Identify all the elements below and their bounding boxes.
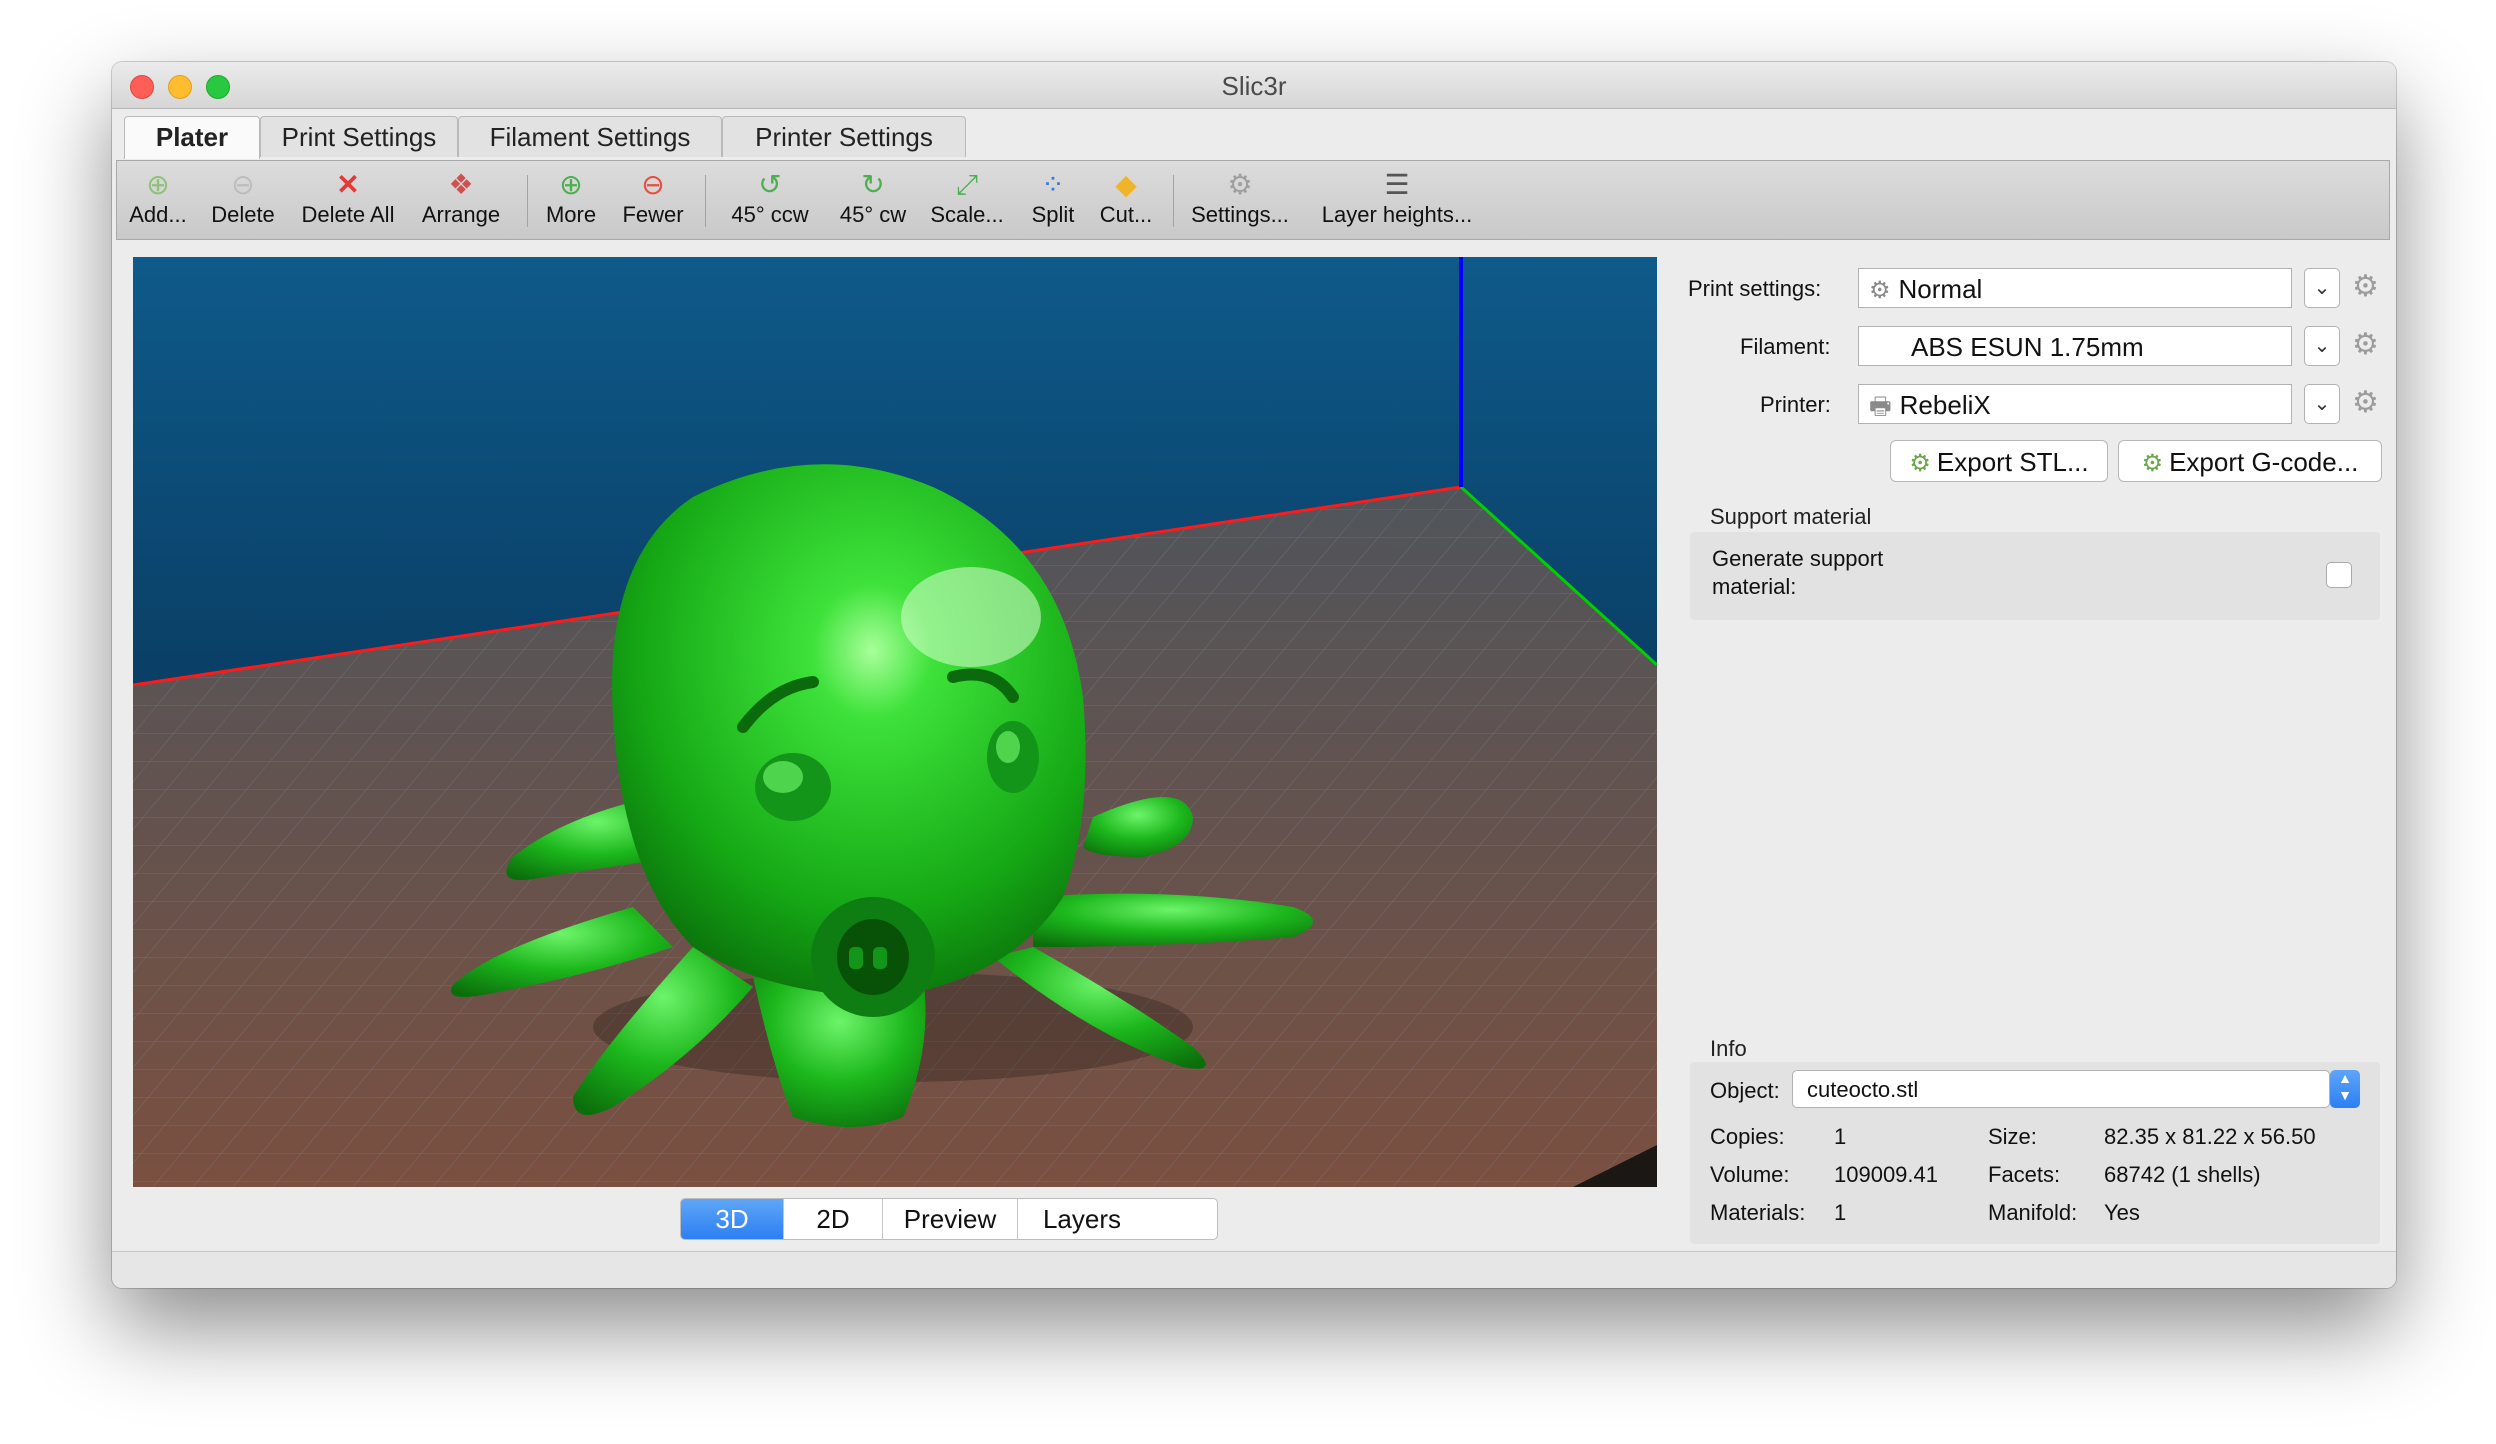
view-tab-2d[interactable]: 2D [784, 1199, 883, 1239]
materials-label: Materials: [1710, 1200, 1806, 1225]
copies-value: 1 [1834, 1124, 1847, 1149]
3d-viewport[interactable] [133, 257, 1657, 1187]
object-select-stepper[interactable]: ▲ ▼ [2330, 1070, 2360, 1108]
print-settings-combo[interactable]: ⚙ Normal [1858, 268, 2292, 308]
info-panel: Object: cuteocto.stl ▲ ▼ Copies: 1 Size: … [1690, 1062, 2380, 1244]
manifold-value: Yes [2104, 1200, 2140, 1225]
title-bar: Slic3r [112, 62, 2396, 109]
rotate-cw-button[interactable]: ↻ 45° cw [833, 169, 913, 235]
split-icon: ⁘ [1041, 169, 1065, 200]
rotate-cw-icon: ↻ [861, 169, 885, 200]
add-button[interactable]: ⊕ Add... [127, 169, 189, 235]
generate-support-checkbox[interactable] [2326, 562, 2352, 588]
tab-print-settings[interactable]: Print Settings [260, 116, 458, 157]
arrange-icon: ❖ [448, 169, 474, 200]
view-tab-layers[interactable]: Layers [1018, 1199, 1146, 1239]
scale-button[interactable]: ⤢ Scale... [927, 169, 1007, 235]
facets-value: 68742 (1 shells) [2104, 1162, 2261, 1187]
copies-label: Copies: [1710, 1124, 1785, 1149]
print-settings-label: Print settings: [1688, 276, 1822, 301]
export-gcode-button[interactable]: ⚙ Export G-code... [2118, 440, 2382, 482]
toolbar-separator [705, 175, 706, 227]
info-section-title: Info [1710, 1036, 1747, 1061]
3d-scene [133, 257, 1657, 1187]
layer-heights-button[interactable]: ☰ Layer heights... [1317, 169, 1477, 235]
export-stl-button[interactable]: ⚙ Export STL... [1890, 440, 2108, 482]
filament-gear-icon[interactable]: ⚙ [2352, 330, 2379, 360]
settings-button[interactable]: ⚙ Settings... [1187, 169, 1293, 235]
export-icon: ⚙ [1909, 450, 1931, 477]
tab-filament-settings[interactable]: Filament Settings [458, 116, 722, 157]
filament-label: Filament: [1740, 334, 1831, 359]
manifold-label: Manifold: [1988, 1200, 2078, 1225]
printer-dropdown[interactable]: ⌄ [2304, 384, 2340, 424]
tab-printer-settings[interactable]: Printer Settings [722, 116, 966, 157]
materials-value: 1 [1834, 1200, 1847, 1225]
plus-icon: ⊕ [559, 169, 583, 200]
split-button[interactable]: ⁘ Split [1025, 169, 1081, 235]
scale-icon: ⤢ [955, 169, 979, 200]
view-tab-3d[interactable]: 3D [681, 1199, 784, 1239]
toolbar-separator [527, 175, 528, 227]
support-panel: Generate support material: [1690, 532, 2380, 620]
chevron-down-icon: ⌄ [2313, 277, 2331, 299]
delete-all-button[interactable]: ✕ Delete All [295, 169, 401, 235]
arrange-button[interactable]: ❖ Arrange [417, 169, 505, 235]
object-select[interactable]: cuteocto.stl [1792, 1070, 2330, 1108]
gear-icon: ⚙ [1869, 277, 1891, 304]
delete-button[interactable]: ⊖ Delete [207, 169, 279, 235]
view-mode-tabs: 3D 2D Preview Layers [680, 1198, 1218, 1240]
status-bar [112, 1251, 2396, 1288]
facets-label: Facets: [1988, 1162, 2061, 1187]
printer-combo[interactable]: 🖶 RebeliX [1858, 384, 2292, 424]
volume-label: Volume: [1710, 1162, 1790, 1187]
object-label: Object: [1710, 1078, 1780, 1103]
gear-icon: ⚙ [1227, 169, 1253, 200]
printer-icon: 🖶 [1869, 393, 1892, 420]
chevron-down-icon: ⌄ [2313, 393, 2331, 415]
printer-label: Printer: [1760, 392, 1831, 417]
plater-toolbar: ⊕ Add... ⊖ Delete ✕ Delete All ❖ Arrange… [116, 160, 2390, 240]
size-value: 82.35 x 81.22 x 56.50 [2104, 1124, 2316, 1149]
print-settings-dropdown[interactable]: ⌄ [2304, 268, 2340, 308]
size-label: Size: [1988, 1124, 2037, 1149]
delete-all-icon: ✕ [336, 169, 360, 200]
filament-dropdown[interactable]: ⌄ [2304, 326, 2340, 366]
cut-button[interactable]: ◆ Cut... [1095, 169, 1157, 235]
volume-value: 109009.41 [1834, 1162, 1938, 1187]
minus-icon: ⊖ [641, 169, 665, 200]
tab-plater[interactable]: Plater [124, 116, 260, 159]
chevron-down-icon: ⌄ [2313, 335, 2331, 357]
print-settings-gear-icon[interactable]: ⚙ [2352, 272, 2379, 302]
printer-gear-icon[interactable]: ⚙ [2352, 388, 2379, 418]
fewer-button[interactable]: ⊖ Fewer [619, 169, 687, 235]
generate-support-label-line2: material: [1712, 574, 1797, 599]
window-title: Slic3r [1221, 71, 1287, 101]
rotate-ccw-button[interactable]: ↺ 45° ccw [723, 169, 817, 235]
toolbar-separator [1173, 175, 1174, 227]
support-section-title: Support material [1710, 504, 1872, 529]
add-object-icon: ⊕ [146, 169, 170, 200]
more-button[interactable]: ⊕ More [541, 169, 601, 235]
delete-object-icon: ⊖ [231, 169, 255, 200]
view-tab-preview[interactable]: Preview [883, 1199, 1018, 1239]
cut-icon: ◆ [1115, 169, 1137, 200]
filament-combo[interactable]: ABS ESUN 1.75mm [1858, 326, 2292, 366]
app-window: Slic3r Plater Print Settings Filament Se… [112, 62, 2396, 1288]
generate-support-label-line1: Generate support [1712, 546, 1884, 571]
rotate-ccw-icon: ↺ [758, 169, 782, 200]
layer-heights-icon: ☰ [1384, 169, 1410, 200]
export-icon: ⚙ [2141, 450, 2164, 477]
